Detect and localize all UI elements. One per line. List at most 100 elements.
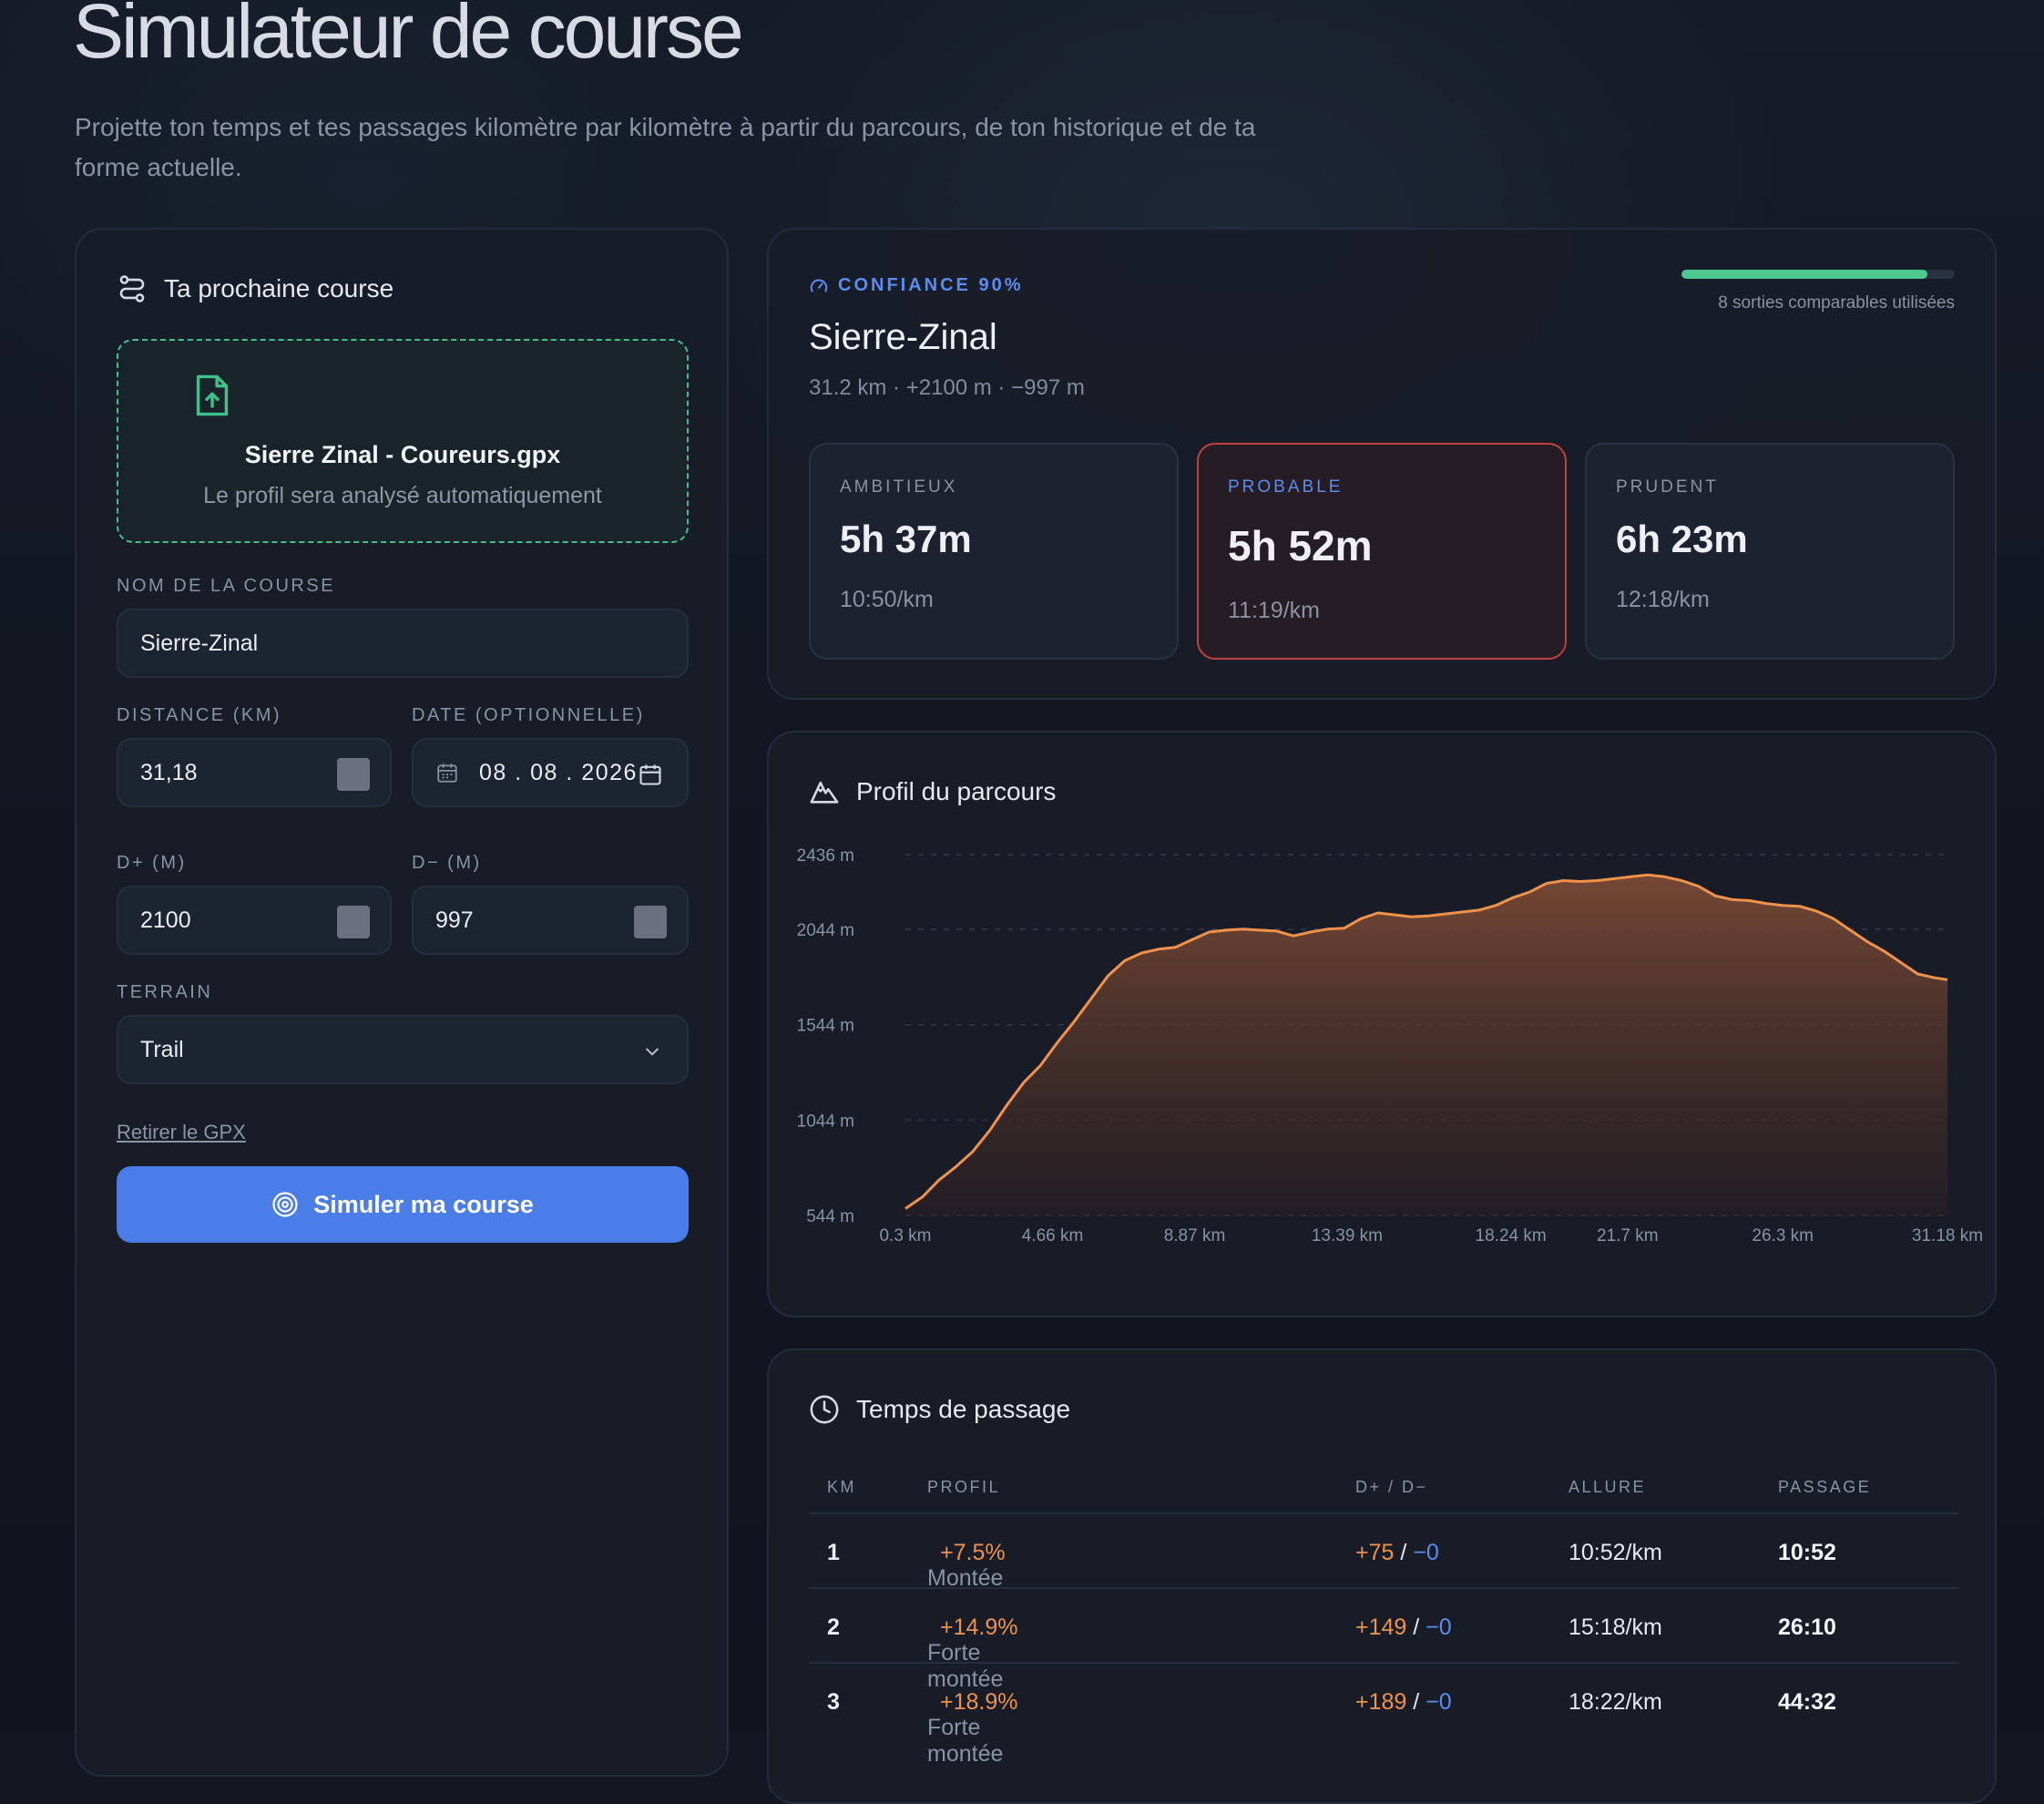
scenario-pace: 11:19/km [1228, 598, 1320, 624]
row-profil: Forte montée+18.9% [927, 1689, 1018, 1716]
race-form-card: Ta prochaine course Sierre Zinal - Coure… [75, 228, 729, 1777]
row-allure: 18:22/km [1569, 1689, 1662, 1716]
row-dminus: −0 [1426, 1614, 1452, 1640]
scenario-pace: 10:50/km [840, 587, 934, 613]
terrain-select[interactable]: Trail [117, 1015, 689, 1084]
profile-heading: Profil du parcours [809, 776, 1056, 807]
simulate-button[interactable]: Simuler ma course [117, 1166, 689, 1243]
dplus-input[interactable]: 2100 [117, 886, 392, 955]
race-name-input[interactable]: Sierre-Zinal [117, 609, 689, 678]
y-tick-label: 2436 m [797, 846, 854, 866]
race-name-label: NOM DE LA COURSE [117, 576, 335, 597]
gpx-file-name: Sierre Zinal - Coureurs.gpx [118, 441, 687, 469]
x-tick-label: 21.7 km [1597, 1226, 1659, 1245]
row-dminus: −0 [1426, 1689, 1452, 1715]
form-heading-label: Ta prochaine course [164, 274, 393, 303]
gpx-dropzone[interactable]: Sierre Zinal - Coureurs.gpx Le profil se… [117, 339, 689, 543]
table-row[interactable]: 3 Forte montée+18.9% +189 / −0 18:22/km … [809, 1662, 1958, 1737]
row-dplus: +75 [1355, 1540, 1394, 1565]
dplus-stepper[interactable] [337, 906, 370, 938]
row-profil: Forte montée+14.9% [927, 1614, 1018, 1641]
y-tick-label: 1544 m [797, 1017, 854, 1036]
row-passage: 10:52 [1778, 1540, 1836, 1566]
terrain-label: TERRAIN [117, 982, 212, 1003]
x-tick-label: 8.87 km [1164, 1226, 1226, 1245]
terrain-value: Trail [140, 1037, 184, 1063]
row-dminus: −0 [1413, 1540, 1439, 1565]
x-tick-label: 18.24 km [1476, 1226, 1547, 1245]
row-km: 2 [827, 1614, 840, 1641]
row-passage: 44:32 [1778, 1689, 1836, 1716]
row-km: 3 [827, 1689, 840, 1716]
row-km: 1 [827, 1540, 840, 1566]
x-tick-label: 4.66 km [1022, 1226, 1084, 1245]
dminus-input[interactable]: 997 [412, 886, 689, 955]
scenario-time: 6h 23m [1616, 518, 1748, 561]
col-profil: PROFIL [927, 1478, 1000, 1497]
scenario-label: AMBITIEUX [840, 477, 957, 497]
col-passage: PASSAGE [1778, 1478, 1871, 1497]
row-profil: Montée+7.5% [927, 1540, 1006, 1566]
gpx-hint: Le profil sera analysé automatiquement [118, 483, 687, 509]
table-header: KM PROFIL D+ / D− ALLURE PASSAGE [809, 1478, 1958, 1496]
passage-heading: Temps de passage [809, 1394, 1070, 1425]
y-tick-label: 544 m [806, 1207, 854, 1226]
scenario-label: PROBABLE [1228, 477, 1343, 497]
calendar-icon[interactable] [638, 762, 663, 787]
dminus-value: 997 [435, 907, 474, 934]
confidence-progress-fill [1681, 270, 1927, 279]
scenario-card-probable[interactable]: PROBABLE 5h 52m 11:19/km [1197, 443, 1567, 660]
clock-icon [809, 1394, 840, 1425]
distance-stepper[interactable] [337, 758, 370, 791]
scenario-card-ambitious[interactable]: AMBITIEUX 5h 37m 10:50/km [809, 443, 1179, 660]
simulate-button-label: Simuler ma course [313, 1191, 534, 1219]
col-km: KM [827, 1478, 856, 1497]
elevation-area [905, 875, 1947, 1215]
profile-heading-label: Profil du parcours [856, 777, 1056, 806]
table-row[interactable]: 2 Forte montée+14.9% +149 / −0 15:18/km … [809, 1587, 1958, 1662]
scenario-time: 5h 52m [1228, 521, 1373, 570]
dplus-value: 2100 [140, 907, 191, 934]
route-icon [117, 273, 148, 304]
file-upload-icon [193, 374, 231, 417]
result-race-name: Sierre-Zinal [809, 317, 997, 358]
result-race-meta: 31.2 km · +2100 m · −997 m [809, 375, 1085, 401]
page: Simulateur de course Projette ton temps … [0, 0, 2044, 1731]
remove-gpx-link[interactable]: Retirer le GPX [117, 1121, 246, 1144]
profile-card: 2436 m2044 m1544 m1044 m544 m0.3 km4.66 … [767, 731, 1997, 1317]
target-icon [271, 1191, 299, 1218]
table-row[interactable]: 1 Montée+7.5% +75 / −0 10:52/km 10:52 [809, 1512, 1958, 1587]
row-profil-label: Forte montée [927, 1715, 1018, 1768]
row-dplus: +189 [1355, 1689, 1406, 1715]
dminus-stepper[interactable] [634, 906, 667, 938]
x-tick-label: 0.3 km [879, 1226, 931, 1245]
row-allure: 15:18/km [1569, 1614, 1662, 1641]
confidence-progress [1681, 270, 1955, 279]
distance-label: DISTANCE (KM) [117, 705, 281, 726]
confidence-badge: CONFIANCE 90% [809, 275, 1023, 296]
y-tick-label: 2044 m [797, 921, 854, 940]
page-title: Simulateur de course [73, 0, 741, 76]
row-allure: 10:52/km [1569, 1540, 1662, 1566]
row-grade: +7.5% [940, 1540, 1006, 1565]
race-name-value: Sierre-Zinal [140, 630, 258, 657]
comparable-runs: 8 sorties comparables utilisées [1718, 293, 1955, 313]
x-tick-label: 31.18 km [1912, 1226, 1983, 1245]
row-elevation: +75 / −0 [1355, 1540, 1439, 1566]
chevron-down-icon [643, 1042, 661, 1061]
row-grade: +18.9% [940, 1689, 1018, 1715]
scenario-card-prudent[interactable]: PRUDENT 6h 23m 12:18/km [1585, 443, 1955, 660]
dplus-label: D+ (M) [117, 853, 187, 874]
date-input[interactable]: 08 . 08 . 2026 [412, 738, 689, 807]
row-elevation: +189 / −0 [1355, 1689, 1452, 1716]
dminus-label: D− (M) [412, 853, 482, 874]
row-dplus: +149 [1355, 1614, 1406, 1640]
elevation-chart: 2436 m2044 m1544 m1044 m544 m0.3 km4.66 … [769, 733, 1998, 1319]
scenario-label: PRUDENT [1616, 477, 1719, 497]
x-tick-label: 13.39 km [1312, 1226, 1383, 1245]
distance-value: 31,18 [140, 760, 198, 786]
form-heading: Ta prochaine course [117, 273, 393, 304]
distance-input[interactable]: 31,18 [117, 738, 392, 807]
col-allure: ALLURE [1569, 1478, 1646, 1497]
scenario-pace: 12:18/km [1616, 587, 1710, 613]
